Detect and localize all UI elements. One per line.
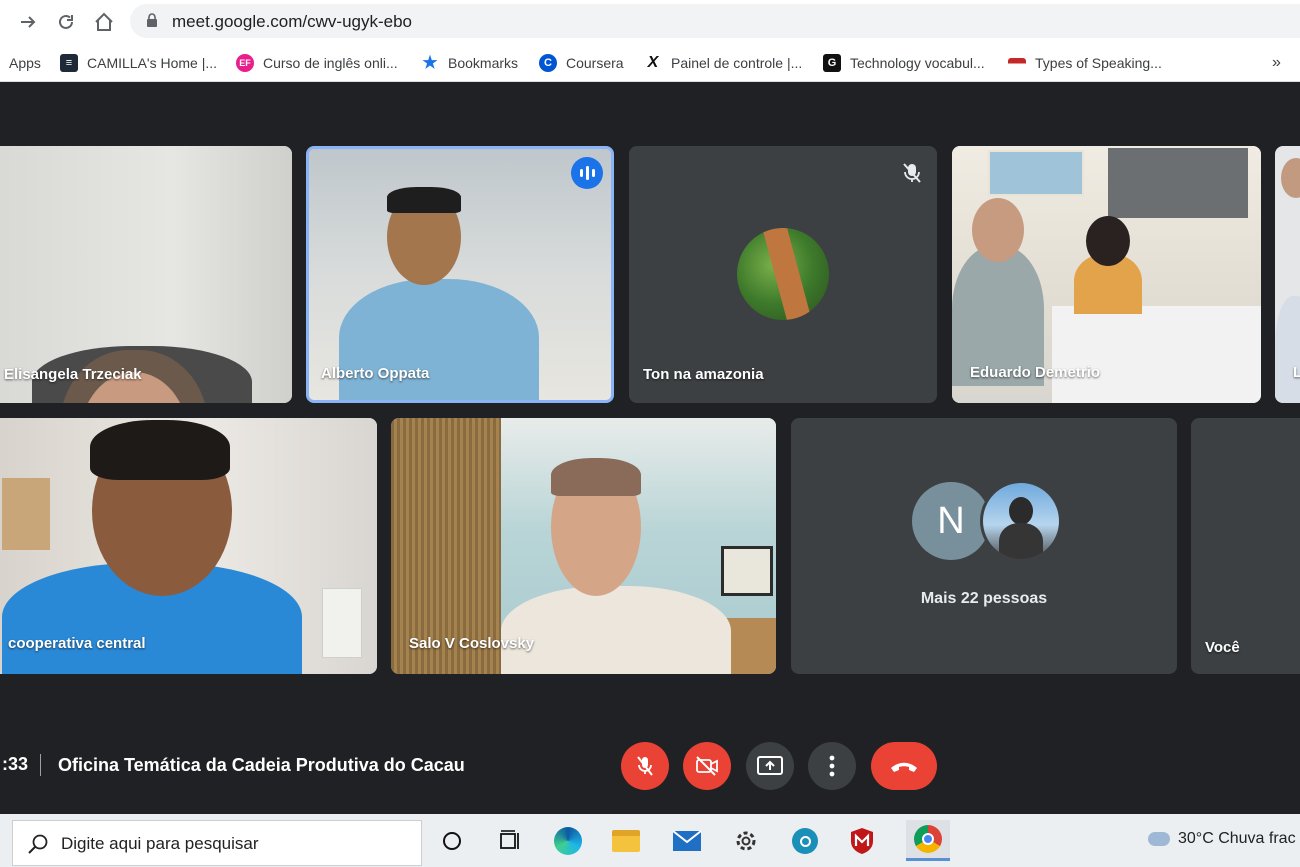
paper-bag (2, 478, 50, 550)
settings-gear-icon[interactable] (731, 826, 761, 856)
toggle-mic-button[interactable] (621, 742, 669, 790)
wall-shelf (322, 588, 362, 658)
taskbar-search-input[interactable]: Digite aqui para pesquisar (12, 820, 422, 866)
toggle-camera-button[interactable] (683, 742, 731, 790)
table-surface (1052, 306, 1261, 403)
forward-icon[interactable] (14, 8, 42, 36)
lock-icon (147, 13, 157, 27)
hair-shape (387, 187, 461, 213)
participant-name: cooperativa central (8, 635, 146, 652)
participant-tile[interactable]: Salo V Coslovsky (391, 418, 776, 674)
address-bar[interactable]: meet.google.com/cwv-ugyk-ebo (130, 4, 1300, 38)
participant-tile-active-speaker[interactable]: Alberto Oppata (306, 146, 614, 403)
mic-off-icon (637, 756, 653, 776)
coursera-icon: C (539, 54, 557, 72)
bookmark-painel[interactable]: X Painel de controle |... (644, 52, 802, 74)
avatar-detail (762, 228, 812, 320)
bookmark-folder[interactable]: ★ Bookmarks (421, 52, 518, 74)
wall-map (988, 150, 1084, 196)
leave-call-button[interactable] (871, 742, 937, 790)
camera-off-icon (696, 756, 718, 776)
bookmark-coursera[interactable]: C Coursera (539, 52, 624, 74)
g-site-icon: G (823, 54, 841, 72)
participant-face (1086, 216, 1130, 266)
participant-name: Ton na amazonia (643, 366, 764, 383)
participant-avatar (737, 228, 829, 320)
x-site-icon: X (644, 54, 662, 72)
speaking-indicator-icon (571, 157, 603, 189)
participant-video-body (339, 279, 539, 400)
home-icon[interactable] (90, 8, 118, 36)
more-participants-tile[interactable]: N Mais 22 pessoas (791, 418, 1177, 674)
participant-tile[interactable]: Eduardo Demetrio (952, 146, 1261, 403)
self-view-tile[interactable]: Você (1191, 418, 1300, 674)
more-vert-icon (829, 755, 835, 777)
bookmark-camilla[interactable]: ≡ CAMILLA's Home |... (60, 52, 217, 74)
browser-toolbar: meet.google.com/cwv-ugyk-ebo (0, 0, 1300, 44)
participant-tile[interactable]: Ton na amazonia (629, 146, 937, 403)
participant-tile[interactable]: Elisangela Trzeciak (0, 146, 292, 403)
participant-face (1281, 158, 1300, 198)
meeting-controls-bar: :33 Oficina Temática da Cadeia Produtiva… (0, 718, 1300, 814)
hang-up-icon (891, 762, 917, 772)
bookmark-ef[interactable]: EF Curso de inglês onli... (236, 52, 398, 74)
participant-name: L (1293, 364, 1300, 381)
more-options-button[interactable] (808, 742, 856, 790)
mcafee-shield-icon[interactable] (847, 826, 877, 856)
participant-video-body (501, 586, 731, 674)
participant-name: Alberto Oppata (321, 365, 430, 382)
participant-tile[interactable]: cooperativa central (0, 418, 377, 674)
camilla-site-icon: ≡ (60, 54, 78, 72)
wall-window (1108, 148, 1248, 218)
task-view-icon[interactable] (494, 826, 524, 856)
windows-taskbar: Digite aqui para pesquisar 30°C Chuva fr… (0, 814, 1300, 867)
bookmarks-overflow-button[interactable]: » (1272, 52, 1281, 74)
edge-browser-icon[interactable] (553, 826, 583, 856)
participant-name: Você (1205, 639, 1240, 656)
participant-tile[interactable]: L (1275, 146, 1300, 403)
reload-icon[interactable] (52, 8, 80, 36)
present-screen-button[interactable] (746, 742, 794, 790)
weather-widget[interactable]: 30°C Chuva frac (1148, 830, 1296, 848)
meeting-time: :33 (2, 754, 29, 774)
participant-video-body (1275, 296, 1300, 403)
flag-icon (1008, 57, 1026, 69)
file-explorer-icon[interactable] (611, 826, 641, 856)
participant-avatar-photo (980, 480, 1062, 562)
participant-name: Salo V Coslovsky (409, 635, 535, 652)
ef-icon: EF (236, 54, 254, 72)
divider (40, 754, 41, 776)
cortana-icon[interactable] (437, 826, 467, 856)
mail-icon[interactable] (672, 826, 702, 856)
present-screen-icon (757, 756, 783, 775)
hair-shape (90, 420, 230, 480)
participant-face (972, 198, 1024, 262)
bookmarks-bar: Apps ≡ CAMILLA's Home |... EF Curso de i… (0, 44, 1300, 82)
participant-avatar: N (912, 482, 990, 560)
bookmark-apps[interactable]: Apps (9, 52, 41, 74)
bookmark-speaking[interactable]: Types of Speaking... (1008, 52, 1162, 74)
chrome-icon[interactable] (906, 820, 950, 861)
cloud-rain-icon (1148, 831, 1170, 846)
wall-picture (721, 546, 773, 596)
star-icon: ★ (422, 53, 438, 72)
meeting-title: Oficina Temática da Cadeia Produtiva do … (58, 755, 465, 775)
search-app-icon[interactable] (790, 826, 820, 856)
participant-name: Eduardo Demetrio (970, 364, 1101, 381)
mic-off-icon (903, 163, 921, 183)
hair-shape (551, 458, 641, 496)
participant-name: Elisangela Trzeciak (4, 366, 142, 383)
url-text: meet.google.com/cwv-ugyk-ebo (172, 12, 413, 31)
search-placeholder: Digite aqui para pesquisar (61, 834, 259, 853)
more-participants-label: Mais 22 pessoas (920, 590, 1048, 607)
search-icon (28, 834, 48, 854)
bookmark-technology[interactable]: G Technology vocabul... (823, 52, 985, 74)
